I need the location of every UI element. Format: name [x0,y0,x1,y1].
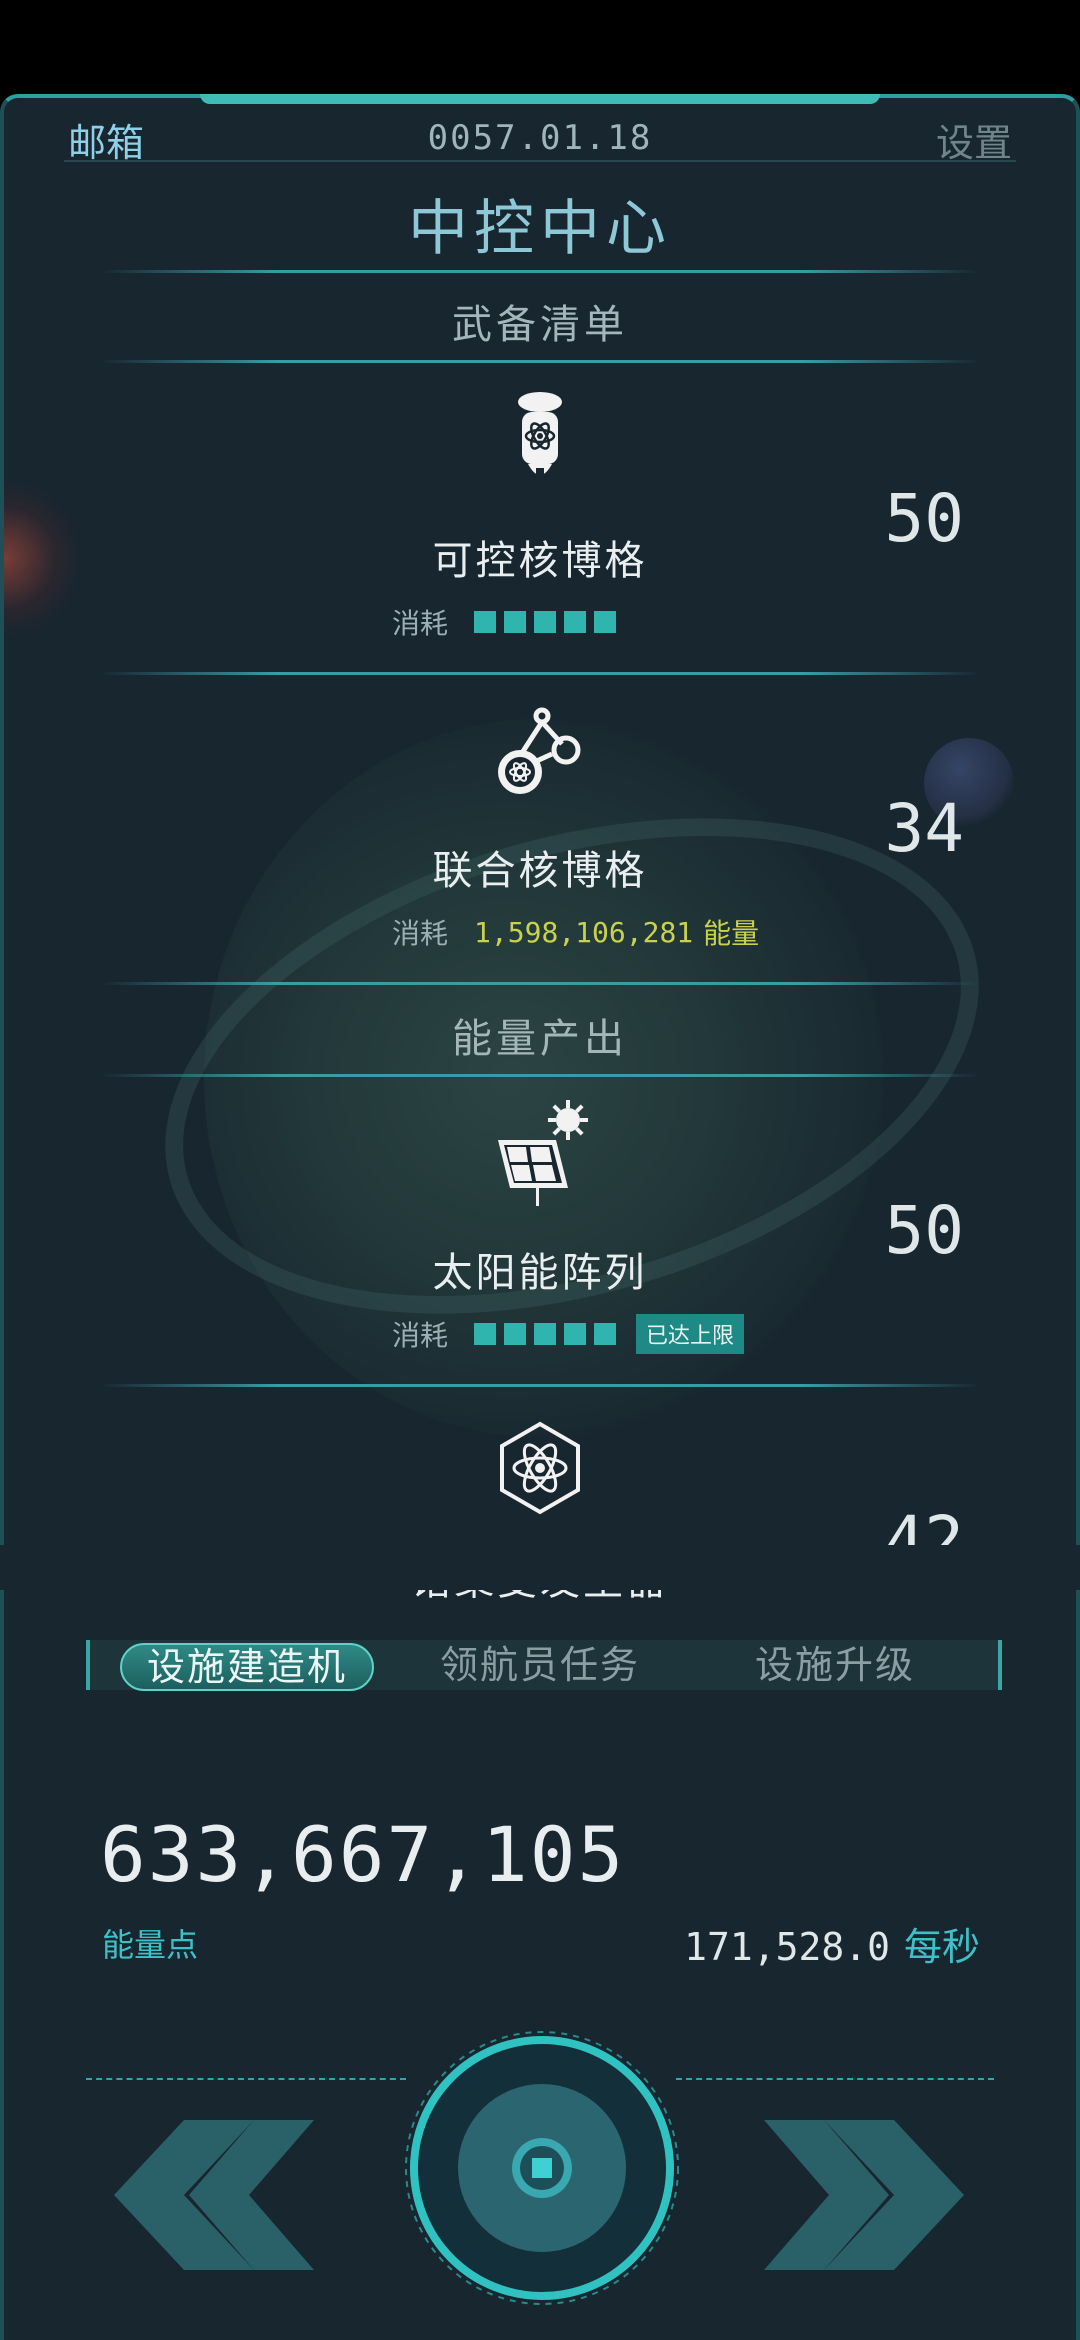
tab-facility-builder[interactable]: 设施建造机 [120,1643,374,1691]
main-action-button[interactable] [404,2030,680,2306]
tab-facility-upgrade[interactable]: 设施升级 [710,1640,960,1690]
item-count: 50 [884,480,964,557]
cost-pip [534,1323,557,1345]
next-arrow-icon[interactable] [764,2120,974,2270]
energy-rate-value: 171,528.0 [684,1925,890,1969]
page-title: 中控中心 [408,194,672,264]
cost-pips [474,1323,617,1345]
cost-label: 消耗 [392,917,449,950]
cost-pip [534,611,557,633]
top-bar: 邮箱 0057.01.18 设置 [0,104,1080,165]
section-title-weapons: 武备清单 [452,302,628,348]
cost-pips [474,611,617,633]
cost-pip [504,611,527,633]
robot-atom-icon [518,392,562,488]
divider [100,672,980,675]
divider [100,360,980,363]
previous-arrow-icon[interactable] [104,2120,314,2270]
energy-points-label: 能量点 [102,1926,199,1964]
top-divider [64,160,1016,162]
cost-pip [564,1323,587,1345]
item-cost: 消耗 1,598,106,281 能量 [392,912,759,952]
tab-navigator-missions[interactable]: 领航员任务 [420,1640,660,1690]
cost-pip [474,611,497,633]
divider [100,1074,980,1077]
cost-pip [474,1323,497,1345]
game-date: 0057.01.18 [427,118,653,158]
linked-atom-icon [498,707,581,794]
cost-pip [594,611,617,633]
top-accent-bar [200,94,880,104]
divider [100,982,980,985]
bottom-tab-bar: 设施建造机 领航员任务 设施升级 [86,1640,1002,1691]
cost-label: 消耗 [392,607,449,640]
cost-label: 消耗 [392,1319,449,1352]
max-reached-badge: 已达上限 [636,1314,745,1354]
energy-points-value: 633,667,105 [100,1810,626,1899]
settings-button[interactable]: 设置 [936,112,1012,167]
dashed-divider-left [86,2078,406,2080]
energy-rate: 171,528.0 每秒 [684,1916,980,1971]
energy-rate-unit: 每秒 [903,1925,980,1969]
item-cost: 消耗 [392,602,617,642]
section-title-energy: 能量产出 [452,1016,628,1062]
cost-pip [504,1323,527,1345]
list-clip [0,1545,1080,1590]
solar-panel-icon [498,1100,588,1206]
cost-amount: 1,598,106,281 [474,915,694,949]
cost-pip [594,1323,617,1345]
item-count: 50 [884,1192,964,1269]
item-count: 34 [884,790,964,867]
atom-hexagon-icon [500,1421,580,1515]
item-cost: 消耗 已达上限 [392,1314,745,1354]
cost-pip [564,611,587,633]
dashed-divider-right [676,2078,994,2080]
cost-unit: 能量 [703,917,760,950]
divider [100,1384,980,1387]
divider [100,270,980,273]
